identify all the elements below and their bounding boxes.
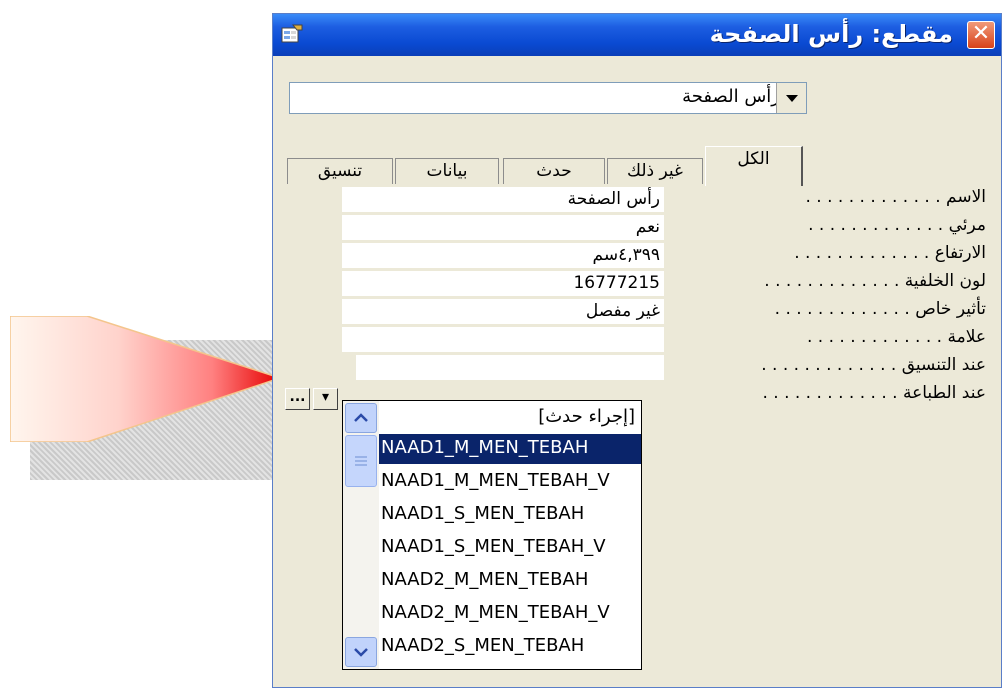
- property-row-special-effect[interactable]: غير مفصل تأثير خاص . . . . . . . . . . .…: [289, 298, 989, 326]
- list-item[interactable]: [إجراء حدث]: [379, 403, 641, 433]
- list-item-selected[interactable]: NAAD1_M_MEN_TEBAH: [379, 434, 641, 464]
- property-value-active[interactable]: [356, 355, 664, 380]
- window-title: مقطع: رأس الصفحة: [709, 20, 953, 48]
- properties-icon: [281, 24, 303, 43]
- property-value[interactable]: [342, 327, 664, 352]
- property-row-tag[interactable]: علامة . . . . . . . . . . . . .: [289, 326, 989, 354]
- property-value[interactable]: نعم: [342, 215, 664, 240]
- list-item[interactable]: NAAD2_M_MEN_TEBAH: [379, 566, 641, 596]
- object-selector[interactable]: رأس الصفحة: [289, 82, 807, 114]
- tab-event[interactable]: حدث: [503, 158, 605, 184]
- object-selector-value: رأس الصفحة: [682, 86, 780, 107]
- property-row-name[interactable]: رأس الصفحة الاسم . . . . . . . . . . . .…: [289, 186, 989, 214]
- property-value[interactable]: 16777215: [342, 271, 664, 296]
- property-label: علامة . . . . . . . . . . . . .: [806, 327, 986, 347]
- title-bar[interactable]: مقطع: رأس الصفحة ✕: [273, 14, 1001, 56]
- property-row-visible[interactable]: نعم مرئي . . . . . . . . . . . . .: [289, 214, 989, 242]
- list-item[interactable]: NAAD1_M_MEN_TEBAH_V: [379, 467, 641, 497]
- property-label: الاسم . . . . . . . . . . . . .: [805, 187, 987, 207]
- property-label: مرئي . . . . . . . . . . . . .: [808, 215, 986, 235]
- tab-data[interactable]: بيانات: [395, 158, 499, 184]
- list-item[interactable]: NAAD1_S_MEN_TEBAH: [379, 500, 641, 530]
- tab-strip: الكل غير ذلك حدث بيانات تنسيق: [287, 146, 819, 186]
- dropdown-button[interactable]: ▾: [313, 388, 338, 410]
- property-label: عند التنسيق . . . . . . . . . . . . .: [761, 355, 986, 375]
- property-value[interactable]: رأس الصفحة: [342, 187, 664, 212]
- grip-icon: [355, 456, 367, 466]
- tab-all[interactable]: الكل: [705, 146, 803, 186]
- scrollbar[interactable]: [343, 401, 379, 669]
- close-button[interactable]: ✕: [967, 21, 995, 49]
- event-dropdown-list[interactable]: [إجراء حدث] NAAD1_M_MEN_TEBAH NAAD1_M_ME…: [342, 400, 642, 670]
- builder-button[interactable]: ...: [285, 388, 310, 410]
- property-row-back-color[interactable]: 16777215 لون الخلفية . . . . . . . . . .…: [289, 270, 989, 298]
- scroll-down-button[interactable]: [345, 637, 377, 667]
- chevron-down-icon: [354, 648, 368, 657]
- scroll-thumb[interactable]: [345, 435, 377, 487]
- property-label: لون الخلفية . . . . . . . . . . . . .: [764, 271, 986, 291]
- scroll-up-button[interactable]: [345, 403, 377, 433]
- property-label: عند الطباعة . . . . . . . . . . . . .: [762, 383, 986, 403]
- property-row-height[interactable]: ٤,٣٩٩سم الارتفاع . . . . . . . . . . . .…: [289, 242, 989, 270]
- property-label: تأثير خاص . . . . . . . . . . . . .: [774, 299, 986, 319]
- tab-other[interactable]: غير ذلك: [607, 158, 703, 184]
- property-row-on-format[interactable]: عند التنسيق . . . . . . . . . . . . .: [289, 354, 989, 382]
- list-item[interactable]: NAAD2_M_MEN_TEBAH_V: [379, 599, 641, 629]
- property-value[interactable]: ٤,٣٩٩سم: [342, 243, 664, 268]
- callout-arrow-outline: [10, 316, 280, 442]
- property-label: الارتفاع . . . . . . . . . . . . .: [794, 243, 986, 263]
- list-item[interactable]: NAAD2_S_MEN_TEBAH: [379, 632, 641, 662]
- chevron-down-icon[interactable]: [776, 83, 806, 113]
- property-value[interactable]: غير مفصل: [342, 299, 664, 324]
- chevron-up-icon: [354, 413, 368, 422]
- list-item[interactable]: NAAD1_S_MEN_TEBAH_V: [379, 533, 641, 563]
- tab-format[interactable]: تنسيق: [287, 158, 393, 184]
